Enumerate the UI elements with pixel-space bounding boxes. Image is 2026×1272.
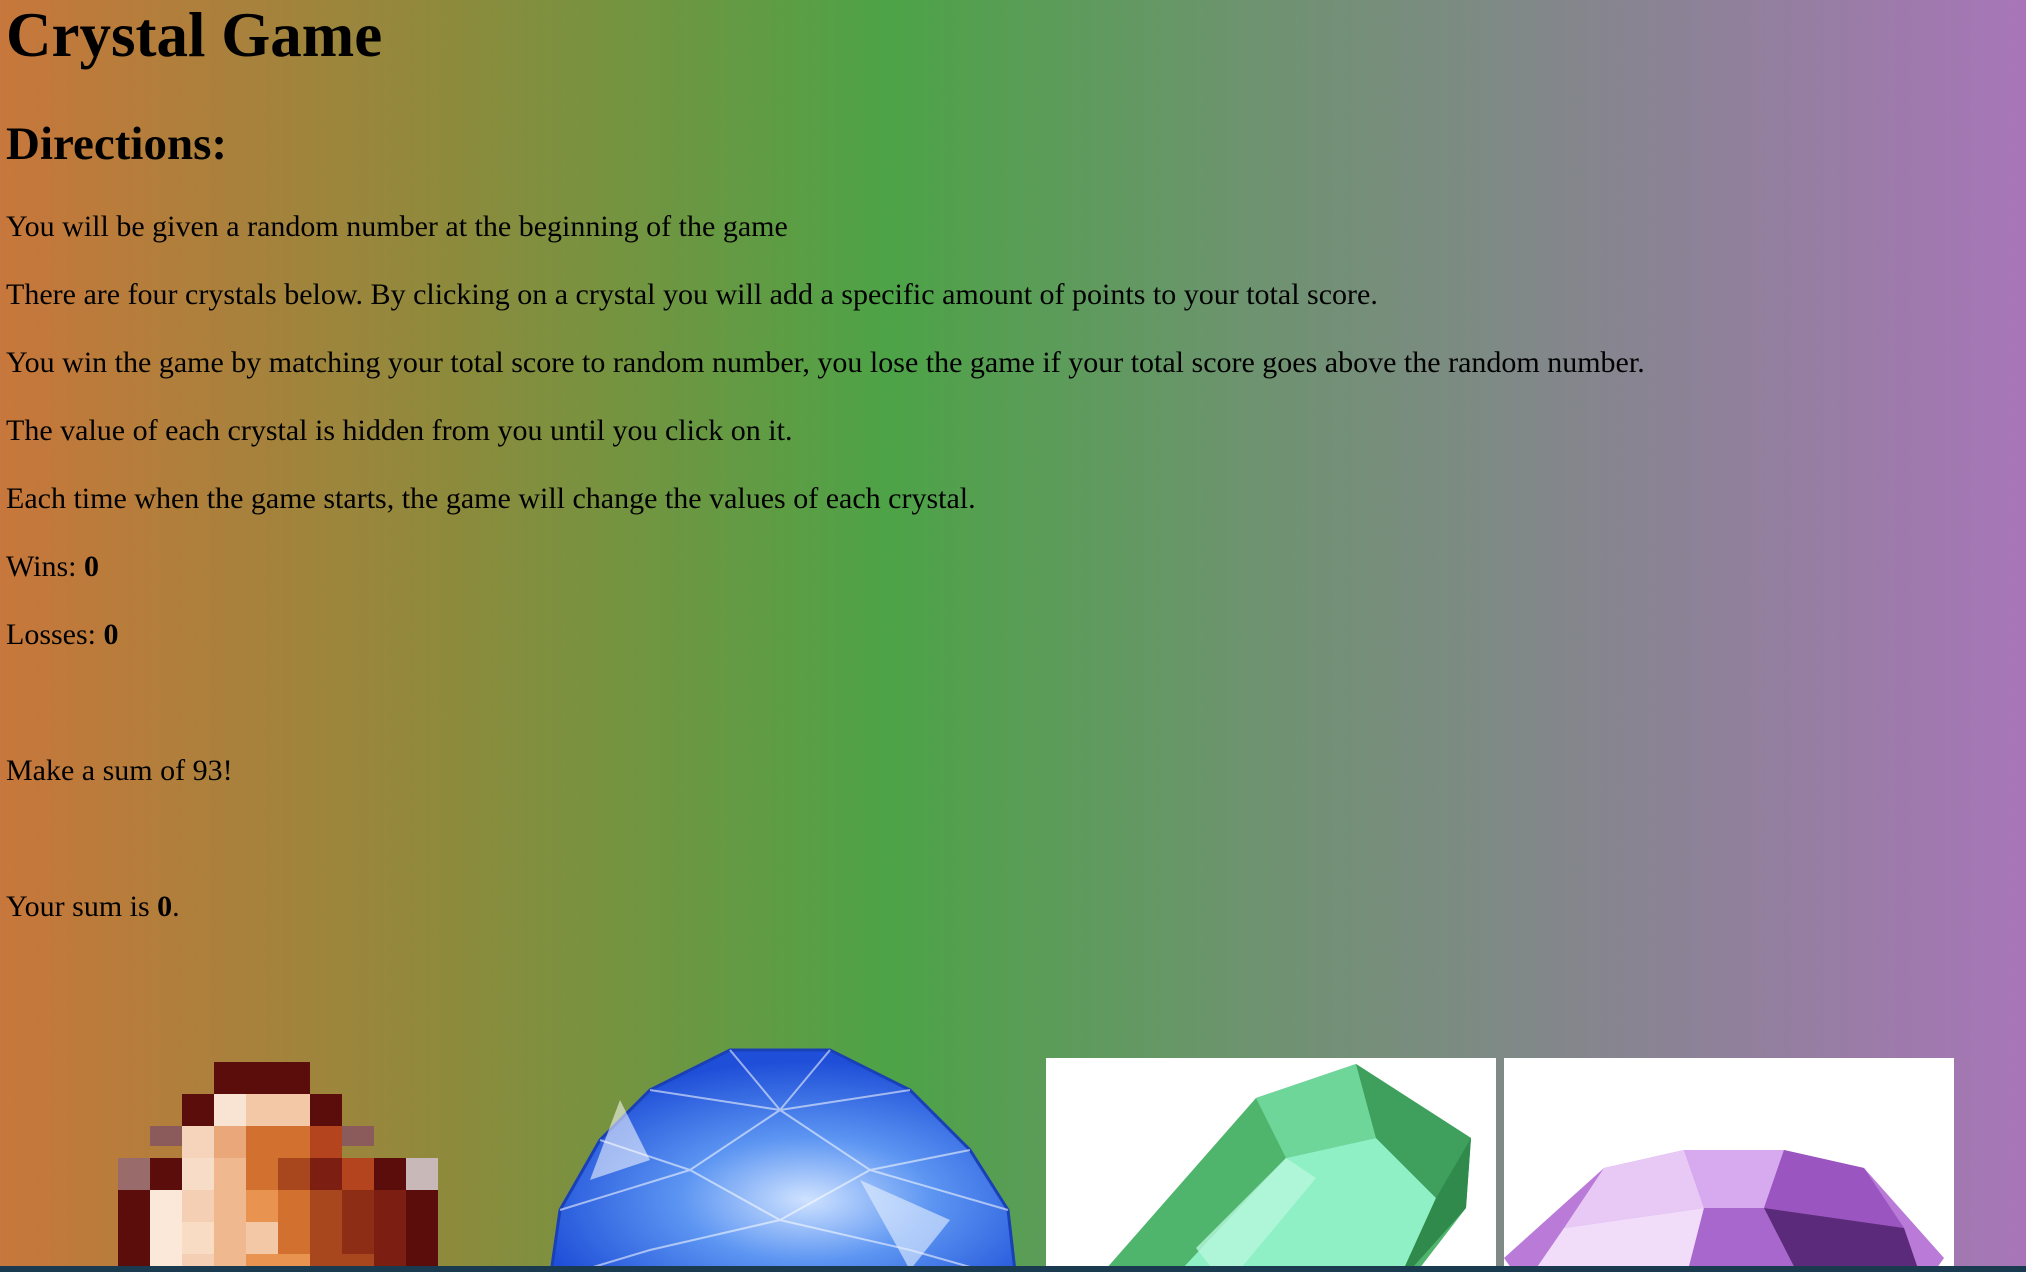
sum-prefix: Your sum is — [6, 890, 158, 923]
losses-label: Losses: — [6, 618, 104, 651]
directions-heading: Directions: — [6, 118, 228, 170]
blue-crystal[interactable] — [530, 1030, 1036, 1272]
sum-value: 0 — [157, 890, 173, 923]
losses-value: 0 — [103, 618, 119, 651]
orange-crystal[interactable] — [68, 1040, 456, 1272]
page-title: Crystal Game — [6, 0, 383, 70]
wins-line: Wins: 0 — [6, 549, 99, 585]
crystal-row — [0, 1020, 2026, 1272]
direction-4: The value of each crystal is hidden from… — [6, 414, 793, 447]
wins-value: 0 — [83, 550, 99, 583]
wins-label: Wins: — [6, 550, 84, 583]
bottom-bar — [0, 1266, 2026, 1272]
losses-line: Losses: 0 — [6, 617, 119, 653]
direction-5: Each time when the game starts, the game… — [6, 482, 976, 515]
direction-3: You win the game by matching your total … — [6, 346, 1645, 379]
green-crystal[interactable] — [1046, 1058, 1496, 1272]
direction-2: There are four crystals below. By clicki… — [6, 278, 1378, 311]
game-content: Crystal Game Directions: You will be giv… — [6, 0, 2006, 923]
sum-suffix: . — [172, 890, 180, 923]
target-number: Make a sum of 93! — [6, 754, 233, 787]
purple-crystal[interactable] — [1504, 1058, 1954, 1272]
sum-line: Your sum is 0. — [6, 889, 180, 925]
direction-1: You will be given a random number at the… — [6, 210, 788, 243]
